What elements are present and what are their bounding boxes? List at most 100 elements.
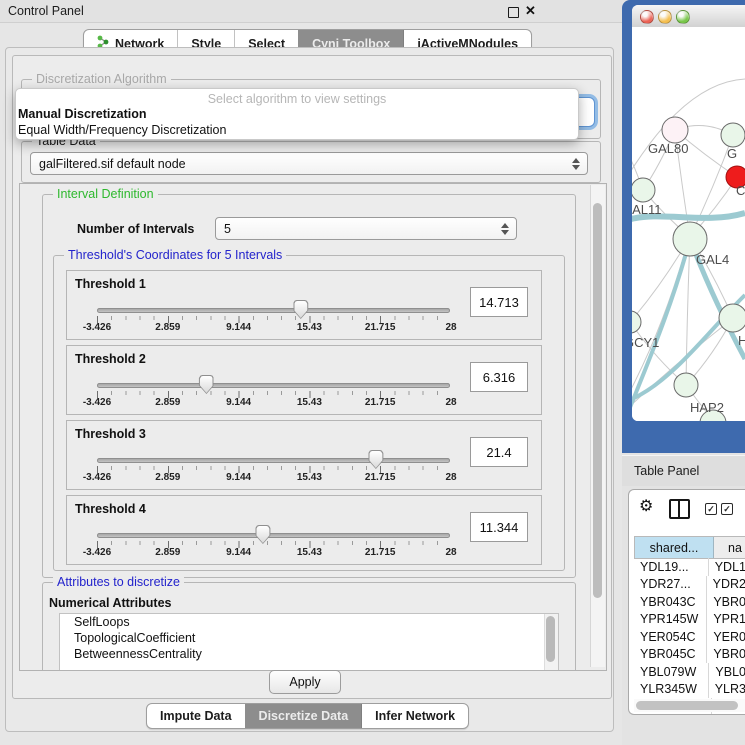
table-row[interactable]: YBL079W YBL0 <box>634 663 745 681</box>
slider-tick-labels: -3.426 2.859 9.144 15.43 21.715 28 <box>97 397 451 410</box>
table-header-row: shared... na <box>634 536 745 559</box>
tab-discretize-data[interactable]: Discretize Data <box>245 704 362 728</box>
numerical-attributes-list[interactable]: SelfLoops TopologicalCoefficient Between… <box>59 613 559 671</box>
table-horizontal-scrollbar[interactable] <box>634 699 745 712</box>
column-header-name[interactable]: na <box>714 537 745 558</box>
minimize-traffic-light[interactable] <box>658 10 672 24</box>
threshold-1-value-field[interactable]: 14.713 <box>470 287 528 317</box>
network-canvas[interactable]: GAL80 G C GAL11 GAL4 GCY1 H HAP2 <box>632 27 745 421</box>
network-window-titlebar <box>632 5 745 28</box>
threshold-4-panel: Threshold 4 -3.426 2.859 9.144 15.43 21.… <box>66 495 542 565</box>
number-of-intervals-label: Number of Intervals <box>77 222 194 236</box>
table-data-combobox[interactable]: galFiltered.sif default node <box>30 152 588 175</box>
list-item[interactable]: SelfLoops <box>60 614 558 630</box>
stepper-arrows-icon <box>501 223 509 235</box>
algorithm-dropdown-popup: Select algorithm to view settings Manual… <box>15 88 579 140</box>
node-gal11 <box>632 178 655 202</box>
node-gal80 <box>662 117 688 143</box>
numerical-attributes-label: Numerical Attributes <box>49 596 171 610</box>
number-of-intervals-value: 5 <box>224 222 231 236</box>
threshold-4-label: Threshold 4 <box>75 502 146 516</box>
bottom-tab-bar: Impute Data Discretize Data Infer Networ… <box>146 703 469 729</box>
threshold-2-slider[interactable] <box>97 383 450 388</box>
table-row[interactable]: YBR043C YBR0 <box>634 593 745 611</box>
gear-icon[interactable]: ⚙ <box>639 497 653 517</box>
threshold-3-value-field[interactable]: 21.4 <box>470 437 528 467</box>
svg-text:HAP2: HAP2 <box>690 400 724 415</box>
slider-tick-labels: -3.426 2.859 9.144 15.43 21.715 28 <box>97 472 451 485</box>
table-row[interactable]: YDR27... YDR2 <box>634 576 745 594</box>
group-discretization-algorithm-title: Discretization Algorithm <box>32 72 171 86</box>
checkbox-icon[interactable]: ✓ <box>721 503 733 515</box>
float-window-icon[interactable] <box>508 7 519 18</box>
svg-text:H: H <box>738 333 745 348</box>
threshold-1-label: Threshold 1 <box>75 277 146 291</box>
svg-text:GAL4: GAL4 <box>696 252 729 267</box>
list-scrollbar[interactable] <box>544 614 558 671</box>
table-row[interactable]: YDL19... YDL1 <box>634 558 745 576</box>
checkbox-icon[interactable]: ✓ <box>705 503 717 515</box>
table-panel-titlebar: Table Panel <box>622 455 745 486</box>
settings-vertical-scrollbar[interactable] <box>590 185 605 667</box>
table-row[interactable]: YER054C YER0 <box>634 628 745 646</box>
control-panel-titlebar: Control Panel ✕ <box>0 0 622 23</box>
table-panel: ⚙ ✓ ✓ shared... na YDL19... YDL1 YDR27..… <box>628 489 745 715</box>
slider-tick-labels: -3.426 2.859 9.144 15.43 21.715 28 <box>97 322 451 335</box>
threshold-4-slider[interactable] <box>97 533 450 538</box>
close-icon[interactable]: ✕ <box>525 3 536 19</box>
list-item[interactable]: TopologicalCoefficient <box>60 630 558 646</box>
threshold-2-label: Threshold 2 <box>75 352 146 366</box>
table-row[interactable]: YBR045C YBR0 <box>634 646 745 664</box>
column-header-shared[interactable]: shared... <box>634 537 714 558</box>
group-attributes: Attributes to discretize Numerical Attri… <box>42 582 576 671</box>
cyni-toolbox-pane: Discretization Algorithm Select algorith… <box>12 55 612 699</box>
table-data-value: galFiltered.sif default node <box>39 157 186 171</box>
node-g <box>721 123 745 147</box>
settings-scroll-panel: Interval Definition Number of Intervals … <box>19 183 607 671</box>
threshold-2-value-field[interactable]: 6.316 <box>470 362 528 392</box>
panel-title: Control Panel <box>8 4 84 18</box>
table-rows: YDL19... YDL1 YDR27... YDR2 YBR043C YBR0… <box>634 558 745 715</box>
threshold-3-label: Threshold 3 <box>75 427 146 441</box>
algorithm-placeholder-option[interactable]: Select algorithm to view settings <box>16 89 578 106</box>
svg-text:G: G <box>727 146 737 161</box>
node-h <box>719 304 745 332</box>
svg-text:GCY1: GCY1 <box>632 335 659 350</box>
group-attributes-title: Attributes to discretize <box>53 575 184 589</box>
network-window-frame: GAL80 G C GAL11 GAL4 GCY1 H HAP2 <box>622 0 745 453</box>
group-table-data: Table Data galFiltered.sif default node <box>21 141 601 183</box>
slider-tick-labels: -3.426 2.859 9.144 15.43 21.715 28 <box>97 547 451 560</box>
table-panel-title: Table Panel <box>634 464 699 478</box>
application-root: Control Panel ✕ Network Style Se <box>0 0 745 745</box>
stepper-arrows-icon <box>572 158 580 170</box>
algorithm-option-manual[interactable]: Manual Discretization <box>16 106 578 122</box>
svg-text:GAL80: GAL80 <box>648 141 688 156</box>
number-of-intervals-combobox[interactable]: 5 <box>215 217 517 240</box>
group-interval-definition: Interval Definition Number of Intervals … <box>42 194 576 578</box>
group-threshold-coordinates-title: Threshold's Coordinates for 5 Intervals <box>64 248 286 262</box>
table-row[interactable]: YLR345W YLR3 <box>634 681 745 699</box>
node-gcy1 <box>632 311 641 333</box>
apply-button[interactable]: Apply <box>269 670 341 694</box>
svg-text:GAL11: GAL11 <box>632 202 662 217</box>
close-traffic-light[interactable] <box>640 10 654 24</box>
threshold-3-slider[interactable] <box>97 458 450 463</box>
threshold-1-slider[interactable] <box>97 308 450 313</box>
algorithm-option-equal-width[interactable]: Equal Width/Frequency Discretization <box>16 122 578 138</box>
group-interval-definition-title: Interval Definition <box>53 187 158 201</box>
right-pane: GAL80 G C GAL11 GAL4 GCY1 H HAP2 Table P… <box>622 0 745 745</box>
node-hap2 <box>674 373 698 397</box>
list-item[interactable]: BetweennessCentrality <box>60 646 558 662</box>
table-row[interactable]: YPR145W YPR1 <box>634 611 745 629</box>
threshold-2-panel: Threshold 2 -3.426 2.859 9.144 15.43 21.… <box>66 345 542 415</box>
group-threshold-coordinates: Threshold's Coordinates for 5 Intervals … <box>53 255 565 571</box>
zoom-traffic-light[interactable] <box>676 10 690 24</box>
threshold-1-panel: Threshold 1 -3.426 2.859 9.144 15.43 21.… <box>66 270 542 340</box>
node-gal4 <box>673 222 707 256</box>
tab-impute-data[interactable]: Impute Data <box>147 704 245 728</box>
threshold-4-value-field[interactable]: 11.344 <box>470 512 528 542</box>
columns-icon[interactable] <box>669 499 690 519</box>
tab-infer-network[interactable]: Infer Network <box>361 704 468 728</box>
threshold-3-panel: Threshold 3 -3.426 2.859 9.144 15.43 21.… <box>66 420 542 490</box>
network-window: GAL80 G C GAL11 GAL4 GCY1 H HAP2 <box>632 5 745 421</box>
